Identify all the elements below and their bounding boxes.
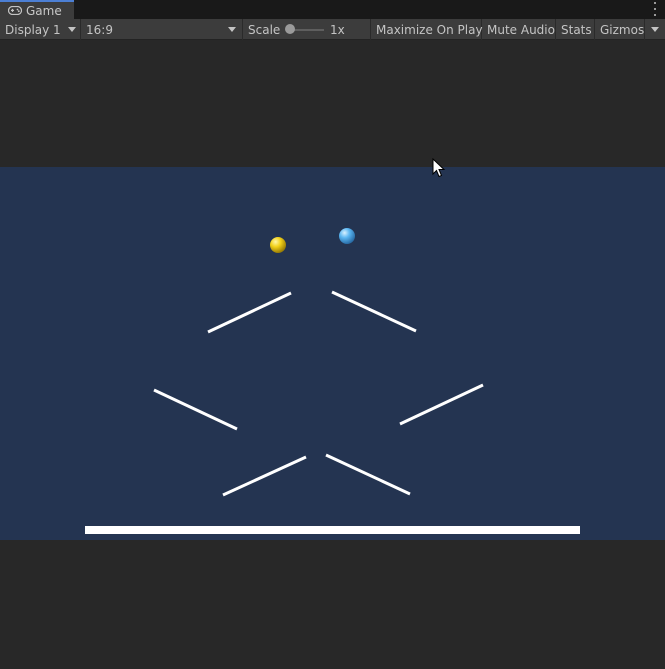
platform-lower-right	[325, 453, 411, 496]
mute-audio-toggle[interactable]: Mute Audio	[482, 19, 556, 40]
yellow-ball	[270, 237, 286, 253]
platform-lower-left	[222, 455, 307, 497]
stats-label: Stats	[561, 22, 592, 37]
aspect-ratio-label: 16:9	[86, 22, 113, 37]
chevron-down-icon	[68, 27, 76, 32]
platform-middle-right	[399, 383, 484, 426]
chevron-down-icon	[651, 27, 659, 32]
stats-toggle[interactable]: Stats	[556, 19, 595, 40]
maximize-on-play-label: Maximize On Play	[376, 22, 483, 37]
ground-platform	[85, 526, 580, 534]
window-tab-bar: Game	[0, 0, 665, 19]
game-tab-label: Game	[26, 3, 62, 18]
display-dropdown[interactable]: Display 1	[0, 19, 81, 40]
platform-upper-right	[331, 290, 417, 333]
aspect-ratio-dropdown[interactable]: 16:9	[81, 19, 243, 40]
gamepad-icon	[8, 6, 22, 15]
mouse-cursor-icon	[432, 158, 446, 178]
game-render-area[interactable]	[0, 167, 665, 540]
chevron-down-icon	[228, 27, 236, 32]
gizmos-dropdown[interactable]	[645, 19, 665, 40]
scale-value-label: 1x	[330, 22, 345, 37]
gizmos-label: Gizmos	[600, 22, 645, 37]
scale-control: Scale 1x	[243, 19, 371, 40]
kebab-menu-icon[interactable]	[653, 2, 657, 16]
game-tab[interactable]: Game	[0, 0, 74, 19]
gizmos-toggle[interactable]: Gizmos	[595, 19, 645, 40]
display-dropdown-label: Display 1	[5, 22, 61, 37]
platform-middle-left	[153, 388, 238, 431]
mute-audio-label: Mute Audio	[487, 22, 555, 37]
game-view-toolbar: Display 1 16:9 Scale 1x Maximize On Play…	[0, 19, 665, 40]
blue-ball	[339, 228, 355, 244]
platform-upper-left	[207, 291, 292, 334]
game-scene	[85, 228, 580, 534]
scale-slider-handle[interactable]	[285, 24, 295, 34]
game-viewport[interactable]	[0, 41, 665, 669]
scale-label: Scale	[248, 22, 281, 37]
maximize-on-play-toggle[interactable]: Maximize On Play	[371, 19, 483, 40]
